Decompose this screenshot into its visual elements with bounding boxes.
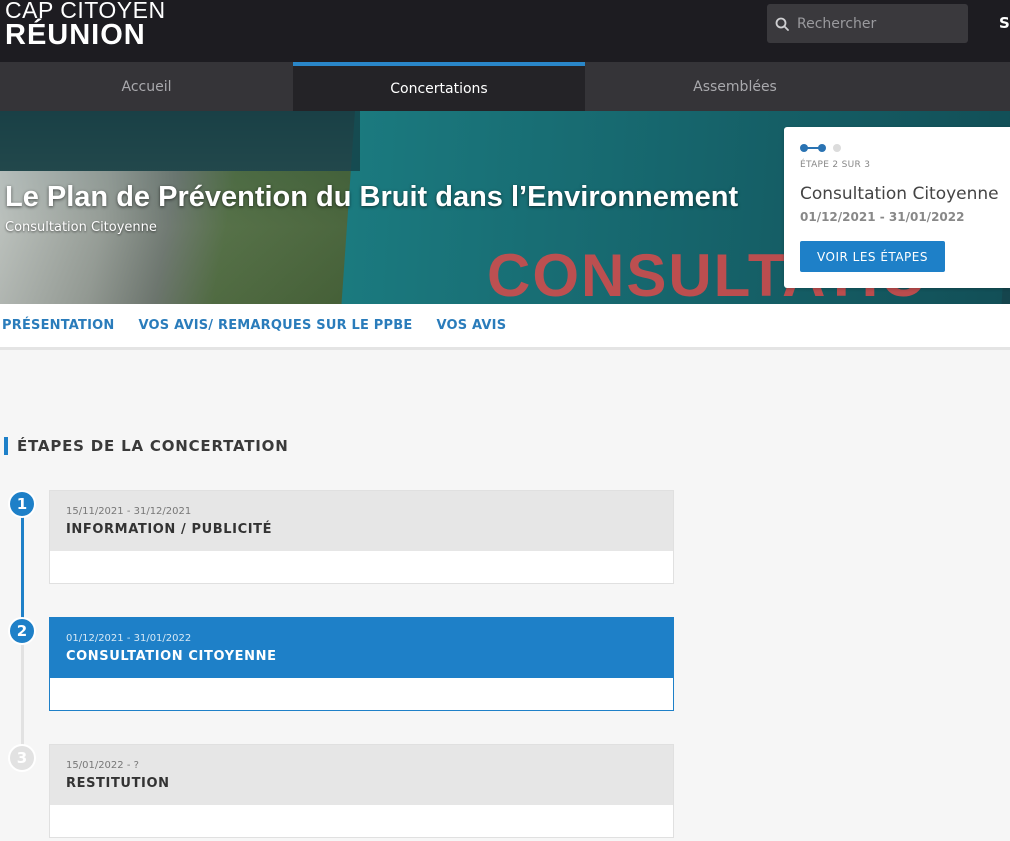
step-number-badge: 3 (8, 744, 36, 772)
view-steps-button[interactable]: VOIR LES ÉTAPES (800, 241, 945, 272)
step-dates: 15/11/2021 - 31/12/2021 (66, 506, 192, 517)
step-dates: 01/12/2021 - 31/01/2022 (66, 633, 192, 644)
main-nav: Accueil Concertations Assemblées (0, 62, 1010, 111)
site-logo[interactable]: CAP CITOYEN RÉUNION (5, 0, 166, 51)
step-progress-indicator (800, 144, 846, 152)
subnav-remarques[interactable]: VOS AVIS/ REMARQUES SUR LE PPBE (139, 318, 413, 333)
header-truncated-link[interactable]: S (999, 14, 1010, 32)
step-number-badge: 2 (8, 617, 36, 645)
current-step-card: ÉTAPE 2 SUR 3 Consultation Citoyenne 01/… (784, 127, 1010, 288)
current-step-name: Consultation Citoyenne (800, 184, 999, 204)
step-card-header: 01/12/2021 - 31/01/2022 CONSULTATION CIT… (50, 618, 673, 678)
process-subnav: PRÉSENTATION VOS AVIS/ REMARQUES SUR LE … (0, 304, 1010, 350)
step-card-restitution[interactable]: 15/01/2022 - ? RESTITUTION (49, 744, 674, 838)
tab-assemblees[interactable]: Assemblées (585, 62, 885, 111)
step-name: CONSULTATION CITOYENNE (66, 649, 277, 664)
section-title: ÉTAPES DE LA CONCERTATION (4, 437, 289, 455)
progress-dot-3 (833, 144, 841, 152)
step-card-consultation[interactable]: 01/12/2021 - 31/01/2022 CONSULTATION CIT… (49, 617, 674, 711)
step-counter: ÉTAPE 2 SUR 3 (800, 160, 871, 170)
step-name: RESTITUTION (66, 776, 170, 791)
search-icon (767, 4, 797, 43)
step-card-information[interactable]: 15/11/2021 - 31/12/2021 INFORMATION / PU… (49, 490, 674, 584)
hero-overlay (0, 111, 360, 171)
top-bar: CAP CITOYEN RÉUNION S (0, 0, 1010, 62)
subnav-presentation[interactable]: PRÉSENTATION (2, 318, 115, 333)
search-box[interactable] (767, 4, 968, 43)
step-card-header: 15/01/2022 - ? RESTITUTION (50, 745, 673, 805)
page-subtitle: Consultation Citoyenne (5, 220, 157, 235)
timeline-connector-1 (21, 504, 24, 631)
tab-accueil[interactable]: Accueil (0, 62, 293, 111)
tab-concertations[interactable]: Concertations (293, 62, 585, 111)
logo-line-2: RÉUNION (5, 19, 146, 51)
page-title: Le Plan de Prévention du Bruit dans l’En… (5, 181, 739, 213)
search-input[interactable] (797, 15, 957, 32)
current-step-dates: 01/12/2021 - 31/01/2022 (800, 210, 965, 224)
progress-dot-1 (800, 144, 808, 152)
step-name: INFORMATION / PUBLICITÉ (66, 522, 273, 537)
timeline-connector-2 (21, 631, 24, 758)
step-number-badge: 1 (8, 490, 36, 518)
step-dates: 15/01/2022 - ? (66, 760, 139, 771)
progress-dot-2 (818, 144, 826, 152)
subnav-vos-avis[interactable]: VOS AVIS (436, 318, 506, 333)
step-card-header: 15/11/2021 - 31/12/2021 INFORMATION / PU… (50, 491, 673, 551)
